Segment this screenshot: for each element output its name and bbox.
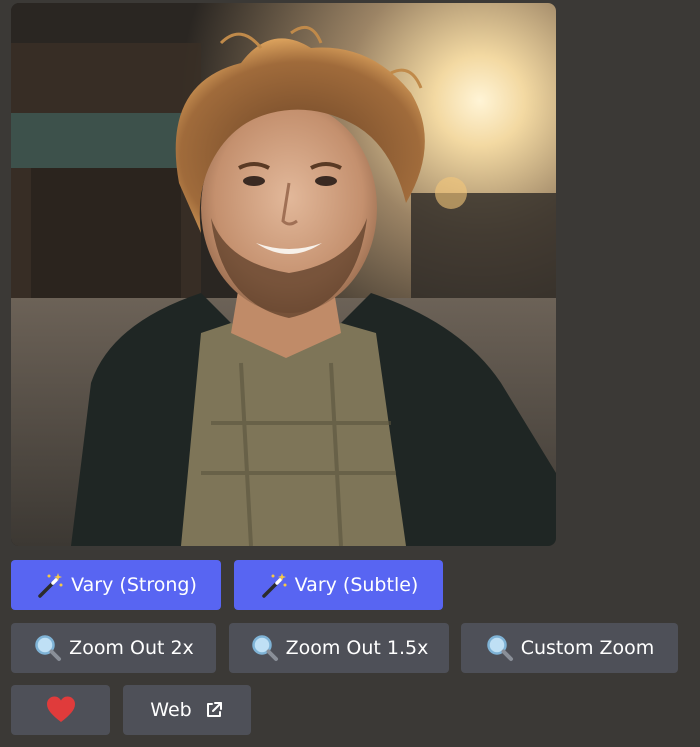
web-label: Web xyxy=(150,699,192,721)
vary-strong-label: Vary (Strong) xyxy=(71,574,197,596)
magnifier-icon xyxy=(485,633,515,663)
favorite-button[interactable] xyxy=(11,685,110,735)
zoom-out-2x-label: Zoom Out 2x xyxy=(69,637,194,659)
web-button[interactable]: Web xyxy=(123,685,251,735)
magic-wand-icon xyxy=(35,570,65,600)
magic-wand-icon xyxy=(259,570,289,600)
generated-image[interactable] xyxy=(11,3,556,546)
vary-subtle-label: Vary (Subtle) xyxy=(294,574,419,596)
zoom-out-1-5x-button[interactable]: Zoom Out 1.5x xyxy=(229,623,449,673)
vary-strong-button[interactable]: Vary (Strong) xyxy=(11,560,221,610)
heart-icon xyxy=(46,695,76,725)
custom-zoom-label: Custom Zoom xyxy=(520,637,655,659)
portrait-image xyxy=(11,3,556,546)
magnifier-icon xyxy=(250,633,280,663)
external-link-icon xyxy=(204,700,224,720)
magnifier-icon xyxy=(33,633,63,663)
custom-zoom-button[interactable]: Custom Zoom xyxy=(461,623,678,673)
message-attachment: Vary (Strong) Vary (Subtle) Zoom Out 2x xyxy=(0,0,700,747)
zoom-out-2x-button[interactable]: Zoom Out 2x xyxy=(11,623,216,673)
vary-subtle-button[interactable]: Vary (Subtle) xyxy=(234,560,443,610)
zoom-out-1-5x-label: Zoom Out 1.5x xyxy=(285,637,429,659)
